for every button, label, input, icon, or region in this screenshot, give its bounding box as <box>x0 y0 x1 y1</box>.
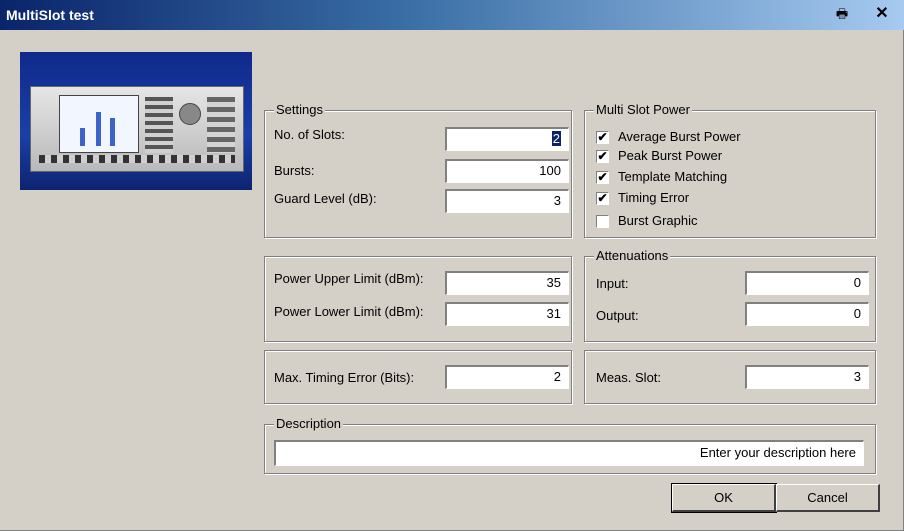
output-attenuation-label: Output: <box>596 308 639 323</box>
attenuations-group: Attenuations Input: 0 Output: 0 <box>584 248 876 342</box>
device-keypad <box>207 97 235 153</box>
input-attenuation-label: Input: <box>596 276 629 291</box>
device-body <box>30 86 244 172</box>
slots-label: No. of Slots: <box>274 127 345 142</box>
meas-slot-input[interactable]: 3 <box>745 365 869 389</box>
title-bar: MultiSlot test 🖶 ✕ <box>0 0 904 30</box>
device-screen-bar <box>110 118 115 146</box>
slots-value: 2 <box>551 131 561 146</box>
device-screen-bar <box>96 112 101 146</box>
slots-input[interactable]: 2 <box>445 127 569 151</box>
ok-button[interactable]: OK <box>671 483 777 513</box>
max-timing-error-input[interactable]: 2 <box>445 365 569 389</box>
device-screen <box>59 95 139 153</box>
guard-level-input[interactable]: 3 <box>445 189 569 213</box>
attenuations-legend: Attenuations <box>594 248 671 263</box>
multislot-power-legend: Multi Slot Power <box>594 102 692 117</box>
multislot-dialog: MultiSlot test 🖶 ✕ Settings No. of Slots… <box>0 0 904 531</box>
guard-level-label: Guard Level (dB): <box>274 191 377 206</box>
power-upper-limit-label: Power Upper Limit (dBm): <box>274 271 424 286</box>
device-connector-strip <box>39 155 235 163</box>
output-attenuation-input[interactable]: 0 <box>745 302 869 326</box>
checkbox-box[interactable]: ✔ <box>596 171 609 184</box>
meas-slot-label: Meas. Slot: <box>596 370 662 385</box>
multislot-power-group: Multi Slot Power ✔ Average Burst Power ✔… <box>584 102 876 238</box>
description-input[interactable]: Enter your description here <box>274 440 864 466</box>
timing-error-group: Max. Timing Error (Bits): 2 <box>264 350 572 404</box>
checkbox-label: Burst Graphic <box>618 213 698 228</box>
checkbox-label: Peak Burst Power <box>618 148 723 163</box>
device-knob <box>179 103 201 125</box>
cancel-button[interactable]: Cancel <box>776 484 880 512</box>
description-legend: Description <box>274 416 344 431</box>
bursts-label: Bursts: <box>274 163 315 178</box>
checkbox-box[interactable]: ✔ <box>596 131 609 144</box>
checkbox-box[interactable]: ✔ <box>596 150 609 163</box>
power-upper-limit-input[interactable]: 35 <box>445 271 569 295</box>
window-title: MultiSlot test <box>6 7 94 23</box>
power-lower-limit-input[interactable]: 31 <box>445 302 569 326</box>
close-icon[interactable]: ✕ <box>872 5 892 23</box>
checkbox-box[interactable]: ✔ <box>596 192 609 205</box>
max-timing-error-label: Max. Timing Error (Bits): <box>274 370 415 385</box>
checkbox-label: Template Matching <box>618 169 728 184</box>
settings-group: Settings No. of Slots: 2 Bursts: 100 Gua… <box>264 102 572 238</box>
device-image <box>20 52 252 190</box>
input-attenuation-input[interactable]: 0 <box>745 271 869 295</box>
description-group: Description Enter your description here <box>264 416 876 474</box>
checkbox-box[interactable] <box>596 215 609 228</box>
device-keypad <box>145 97 173 153</box>
printer-icon[interactable]: 🖶 <box>832 5 852 23</box>
meas-slot-group: Meas. Slot: 3 <box>584 350 876 404</box>
power-limits-group: Power Upper Limit (dBm): 35 Power Lower … <box>264 256 572 342</box>
bursts-input[interactable]: 100 <box>445 159 569 183</box>
checkbox-label: Average Burst Power <box>618 129 741 144</box>
power-lower-limit-label: Power Lower Limit (dBm): <box>274 304 424 319</box>
checkbox-label: Timing Error <box>618 190 690 205</box>
settings-legend: Settings <box>274 102 325 117</box>
device-screen-bar <box>80 128 85 146</box>
